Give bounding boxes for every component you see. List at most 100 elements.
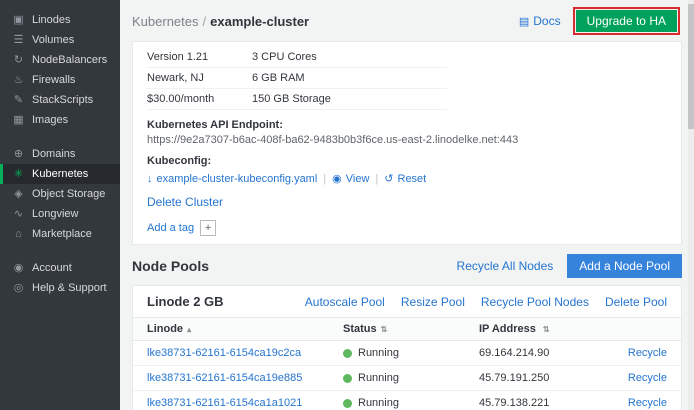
column-header-label: Linode <box>147 323 183 335</box>
column-header-linode[interactable]: Linode ▴ <box>147 323 343 335</box>
sidebar-item-label: Linodes <box>32 14 71 26</box>
add-tag-button[interactable]: Add a tag + <box>147 220 216 236</box>
kubeconfig-view-link[interactable]: ◉ View <box>332 172 369 185</box>
spec-price: $30.00/month <box>147 93 252 105</box>
kubeconfig-reset-link[interactable]: ↺ Reset <box>384 172 426 185</box>
kubeconfig-actions: ↓ example-cluster-kubeconfig.yaml | ◉ Vi… <box>147 172 667 185</box>
table-row: lke38731-62161-6154ca1a1021 Running 45.7… <box>133 391 681 410</box>
volumes-icon: ☰ <box>12 35 25 46</box>
api-endpoint-value: https://9e2a7307-b6ac-408f-ba62-9483b0b3… <box>147 134 667 146</box>
api-endpoint-label: Kubernetes API Endpoint: <box>147 119 667 131</box>
sidebar-item-stackscripts[interactable]: ✎ StackScripts <box>0 90 120 110</box>
sidebar-item-help-support[interactable]: ◎ Help & Support <box>0 278 120 298</box>
sort-both-icon: ⇅ <box>543 325 550 334</box>
pool-card-header: Linode 2 GB Autoscale Pool Resize Pool R… <box>133 286 681 317</box>
sidebar-item-label: Longview <box>32 208 78 220</box>
spec-storage: 150 GB Storage <box>252 93 447 105</box>
upgrade-to-ha-button[interactable]: Upgrade to HA <box>576 10 677 32</box>
docs-link[interactable]: ▤ Docs <box>519 14 561 28</box>
marketplace-icon: ⌂ <box>12 229 25 240</box>
spec-cpu: 3 CPU Cores <box>252 51 447 63</box>
spec-row: Version 1.21 3 CPU Cores <box>147 47 447 68</box>
domains-icon: ⊕ <box>12 149 25 160</box>
divider: | <box>323 173 326 185</box>
sidebar-item-linodes[interactable]: ▣ Linodes <box>0 10 120 30</box>
add-tag-label: Add a tag <box>147 222 194 234</box>
sidebar-item-account[interactable]: ◉ Account <box>0 258 120 278</box>
sidebar-item-nodebalancers[interactable]: ↻ NodeBalancers <box>0 50 120 70</box>
status-running-icon <box>343 399 352 408</box>
node-link[interactable]: lke38731-62161-6154ca19e885 <box>147 372 302 384</box>
delete-pool-link[interactable]: Delete Pool <box>605 295 667 309</box>
sidebar-item-label: Object Storage <box>32 188 105 200</box>
sidebar-item-label: Domains <box>32 148 75 160</box>
pool-action-links: Autoscale Pool Resize Pool Recycle Pool … <box>305 295 667 309</box>
delete-cluster-link[interactable]: Delete Cluster <box>147 195 223 209</box>
ip-address: 45.79.138.221 <box>479 397 605 409</box>
sidebar-item-images[interactable]: ▦ Images <box>0 110 120 130</box>
breadcrumb: Kubernetes/example-cluster <box>132 14 309 29</box>
scrollbar-thumb[interactable] <box>688 4 694 129</box>
recycle-all-nodes-link[interactable]: Recycle All Nodes <box>457 259 554 273</box>
recycle-node-link[interactable]: Recycle <box>628 347 667 359</box>
main-content: Kubernetes/example-cluster ▤ Docs Upgrad… <box>120 0 694 410</box>
reset-icon: ↺ <box>384 172 393 185</box>
resize-pool-link[interactable]: Resize Pool <box>401 295 465 309</box>
node-link[interactable]: lke38731-62161-6154ca1a1021 <box>147 397 302 409</box>
column-header-ip[interactable]: IP Address ⇅ <box>479 323 605 335</box>
firewalls-icon: ♨ <box>12 75 25 86</box>
images-icon: ▦ <box>12 115 25 126</box>
divider: | <box>375 173 378 185</box>
sidebar-item-label: Images <box>32 114 68 126</box>
node-pools-header: Node Pools Recycle All Nodes Add a Node … <box>132 254 682 278</box>
kubeconfig-filename: example-cluster-kubeconfig.yaml <box>157 173 318 185</box>
pool-card: Linode 2 GB Autoscale Pool Resize Pool R… <box>132 285 682 410</box>
sidebar-item-volumes[interactable]: ☰ Volumes <box>0 30 120 50</box>
pool-name: Linode 2 GB <box>147 294 224 309</box>
plus-icon: + <box>200 220 216 236</box>
docs-icon: ▤ <box>519 15 529 28</box>
view-icon: ◉ <box>332 172 342 185</box>
column-header-status[interactable]: Status ⇅ <box>343 323 479 335</box>
column-header-label: IP Address <box>479 323 536 335</box>
account-icon: ◉ <box>12 263 25 274</box>
node-pools-title: Node Pools <box>132 258 209 274</box>
nodebalancers-icon: ↻ <box>12 55 25 66</box>
topbar: Kubernetes/example-cluster ▤ Docs Upgrad… <box>120 0 694 41</box>
add-node-pool-button[interactable]: Add a Node Pool <box>567 254 682 278</box>
app-window: ▣ Linodes ☰ Volumes ↻ NodeBalancers ♨ Fi… <box>0 0 694 410</box>
help-icon: ◎ <box>12 283 25 294</box>
table-row: lke38731-62161-6154ca19e885 Running 45.7… <box>133 366 681 391</box>
kubeconfig-label: Kubeconfig: <box>147 155 667 167</box>
node-link[interactable]: lke38731-62161-6154ca19c2ca <box>147 347 301 359</box>
sidebar-group-services: ⊕ Domains ✳ Kubernetes ◈ Object Storage … <box>0 144 120 244</box>
sidebar-item-longview[interactable]: ∿ Longview <box>0 204 120 224</box>
sidebar-item-kubernetes[interactable]: ✳ Kubernetes <box>0 164 120 184</box>
spec-region: Newark, NJ <box>147 72 252 84</box>
status-cell: Running <box>343 347 479 359</box>
cluster-summary-card: Version 1.21 3 CPU Cores Newark, NJ 6 GB… <box>132 41 682 245</box>
sidebar-item-domains[interactable]: ⊕ Domains <box>0 144 120 164</box>
sidebar-item-label: NodeBalancers <box>32 54 107 66</box>
breadcrumb-kubernetes-link[interactable]: Kubernetes <box>132 14 199 29</box>
status-label: Running <box>358 372 399 384</box>
linodes-icon: ▣ <box>12 15 25 26</box>
kubernetes-icon: ✳ <box>12 169 25 180</box>
spec-version: Version 1.21 <box>147 51 252 63</box>
sidebar-item-firewalls[interactable]: ♨ Firewalls <box>0 70 120 90</box>
status-running-icon <box>343 349 352 358</box>
sort-asc-icon: ▴ <box>187 325 191 334</box>
kubeconfig-download-link[interactable]: ↓ example-cluster-kubeconfig.yaml <box>147 173 317 185</box>
recycle-pool-nodes-link[interactable]: Recycle Pool Nodes <box>481 295 589 309</box>
autoscale-pool-link[interactable]: Autoscale Pool <box>305 295 385 309</box>
breadcrumb-separator: / <box>203 14 207 29</box>
recycle-node-link[interactable]: Recycle <box>628 397 667 409</box>
sidebar-item-label: Account <box>32 262 72 274</box>
longview-icon: ∿ <box>12 209 25 220</box>
docs-label: Docs <box>533 14 560 28</box>
scrollbar-track[interactable] <box>688 0 694 410</box>
recycle-node-link[interactable]: Recycle <box>628 372 667 384</box>
column-header-label: Status <box>343 323 377 335</box>
sidebar-item-object-storage[interactable]: ◈ Object Storage <box>0 184 120 204</box>
sidebar-item-marketplace[interactable]: ⌂ Marketplace <box>0 224 120 244</box>
